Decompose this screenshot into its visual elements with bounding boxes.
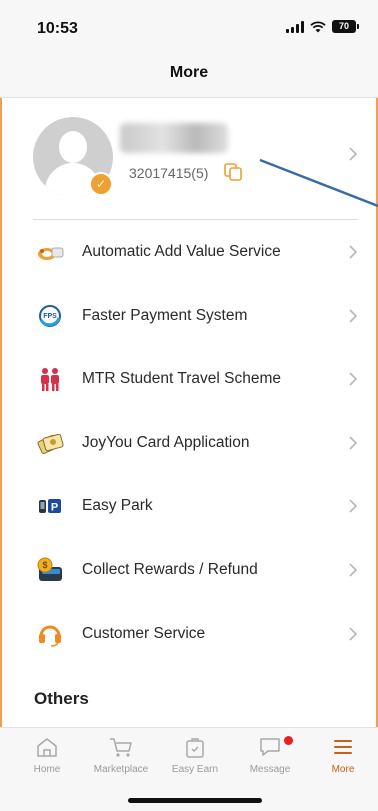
aavs-icon xyxy=(38,247,64,260)
tab-label: Marketplace xyxy=(93,764,149,775)
svg-text:FPS: FPS xyxy=(43,313,57,320)
more-menu-list: Automatic Add Value Service FPS Faster P… xyxy=(0,220,378,665)
page-header: More xyxy=(0,56,378,98)
menu-item-collect-rewards[interactable]: $ Collect Rewards / Refund xyxy=(0,538,378,602)
tab-marketplace[interactable]: Marketplace xyxy=(89,736,153,782)
tab-label: More xyxy=(331,764,355,775)
tab-home[interactable]: Home xyxy=(15,736,79,782)
chevron-right-icon xyxy=(349,245,358,259)
member-id: 32017415(5) xyxy=(129,165,209,181)
menu-label: MTR Student Travel Scheme xyxy=(82,370,281,388)
menu-item-fps[interactable]: FPS Faster Payment System xyxy=(0,284,378,348)
section-title-others: Others xyxy=(34,689,89,708)
chevron-right-icon xyxy=(349,309,358,323)
bag-icon xyxy=(186,738,204,758)
notification-badge xyxy=(284,736,293,745)
status-bar: 10:53 70 xyxy=(0,0,378,56)
status-icons: 70 xyxy=(286,20,359,33)
cart-icon xyxy=(110,738,132,757)
chevron-right-icon xyxy=(349,436,358,450)
signal-icon xyxy=(286,20,304,33)
page-title: More xyxy=(169,64,209,81)
parking-icon: P xyxy=(39,499,61,514)
menu-icon xyxy=(334,740,352,754)
menu-label: JoyYou Card Application xyxy=(82,433,250,451)
home-icon xyxy=(37,738,57,757)
menu-item-aavs[interactable]: Automatic Add Value Service xyxy=(0,220,378,284)
svg-text:P: P xyxy=(51,502,58,514)
tab-more[interactable]: More xyxy=(311,736,375,782)
chevron-right-icon xyxy=(349,563,358,577)
blurred-username xyxy=(120,123,228,153)
copy-icon[interactable] xyxy=(224,163,242,181)
students-icon xyxy=(41,368,59,392)
headset-icon xyxy=(39,625,61,647)
svg-text:$: $ xyxy=(42,560,47,570)
wifi-icon xyxy=(310,20,326,32)
home-indicator xyxy=(128,798,262,803)
rewards-wallet-icon: $ xyxy=(37,557,62,581)
battery-icon: 70 xyxy=(332,20,359,33)
fps-icon: FPS xyxy=(39,304,61,327)
joyyou-card-icon xyxy=(37,433,64,454)
tab-label: Easy Earn xyxy=(171,764,219,775)
chevron-right-icon xyxy=(349,372,358,386)
tab-message[interactable]: Message xyxy=(238,736,302,782)
tab-label: Home xyxy=(33,764,61,775)
menu-label: Collect Rewards / Refund xyxy=(82,560,258,578)
annotation-arrow xyxy=(259,158,378,208)
chevron-right-icon xyxy=(349,626,358,641)
verified-check-icon: ✓ xyxy=(89,172,113,196)
menu-item-easy-park[interactable]: P Easy Park xyxy=(0,474,378,538)
menu-label: Easy Park xyxy=(82,497,153,515)
menu-item-customer-service[interactable]: Customer Service xyxy=(0,602,378,666)
status-time: 10:53 xyxy=(37,20,78,37)
bottom-tab-bar: Home Marketplace Easy Earn Message More xyxy=(0,727,378,811)
menu-label: Faster Payment System xyxy=(82,306,248,324)
menu-item-student-travel[interactable]: MTR Student Travel Scheme xyxy=(0,347,378,411)
chevron-right-icon xyxy=(349,499,358,513)
tab-easy-earn[interactable]: Easy Earn xyxy=(163,736,227,782)
chat-icon xyxy=(260,738,280,756)
tab-label: Message xyxy=(249,764,291,775)
menu-label: Automatic Add Value Service xyxy=(82,243,281,260)
menu-label: Customer Service xyxy=(82,624,206,642)
menu-item-joyyou[interactable]: JoyYou Card Application xyxy=(0,411,378,475)
